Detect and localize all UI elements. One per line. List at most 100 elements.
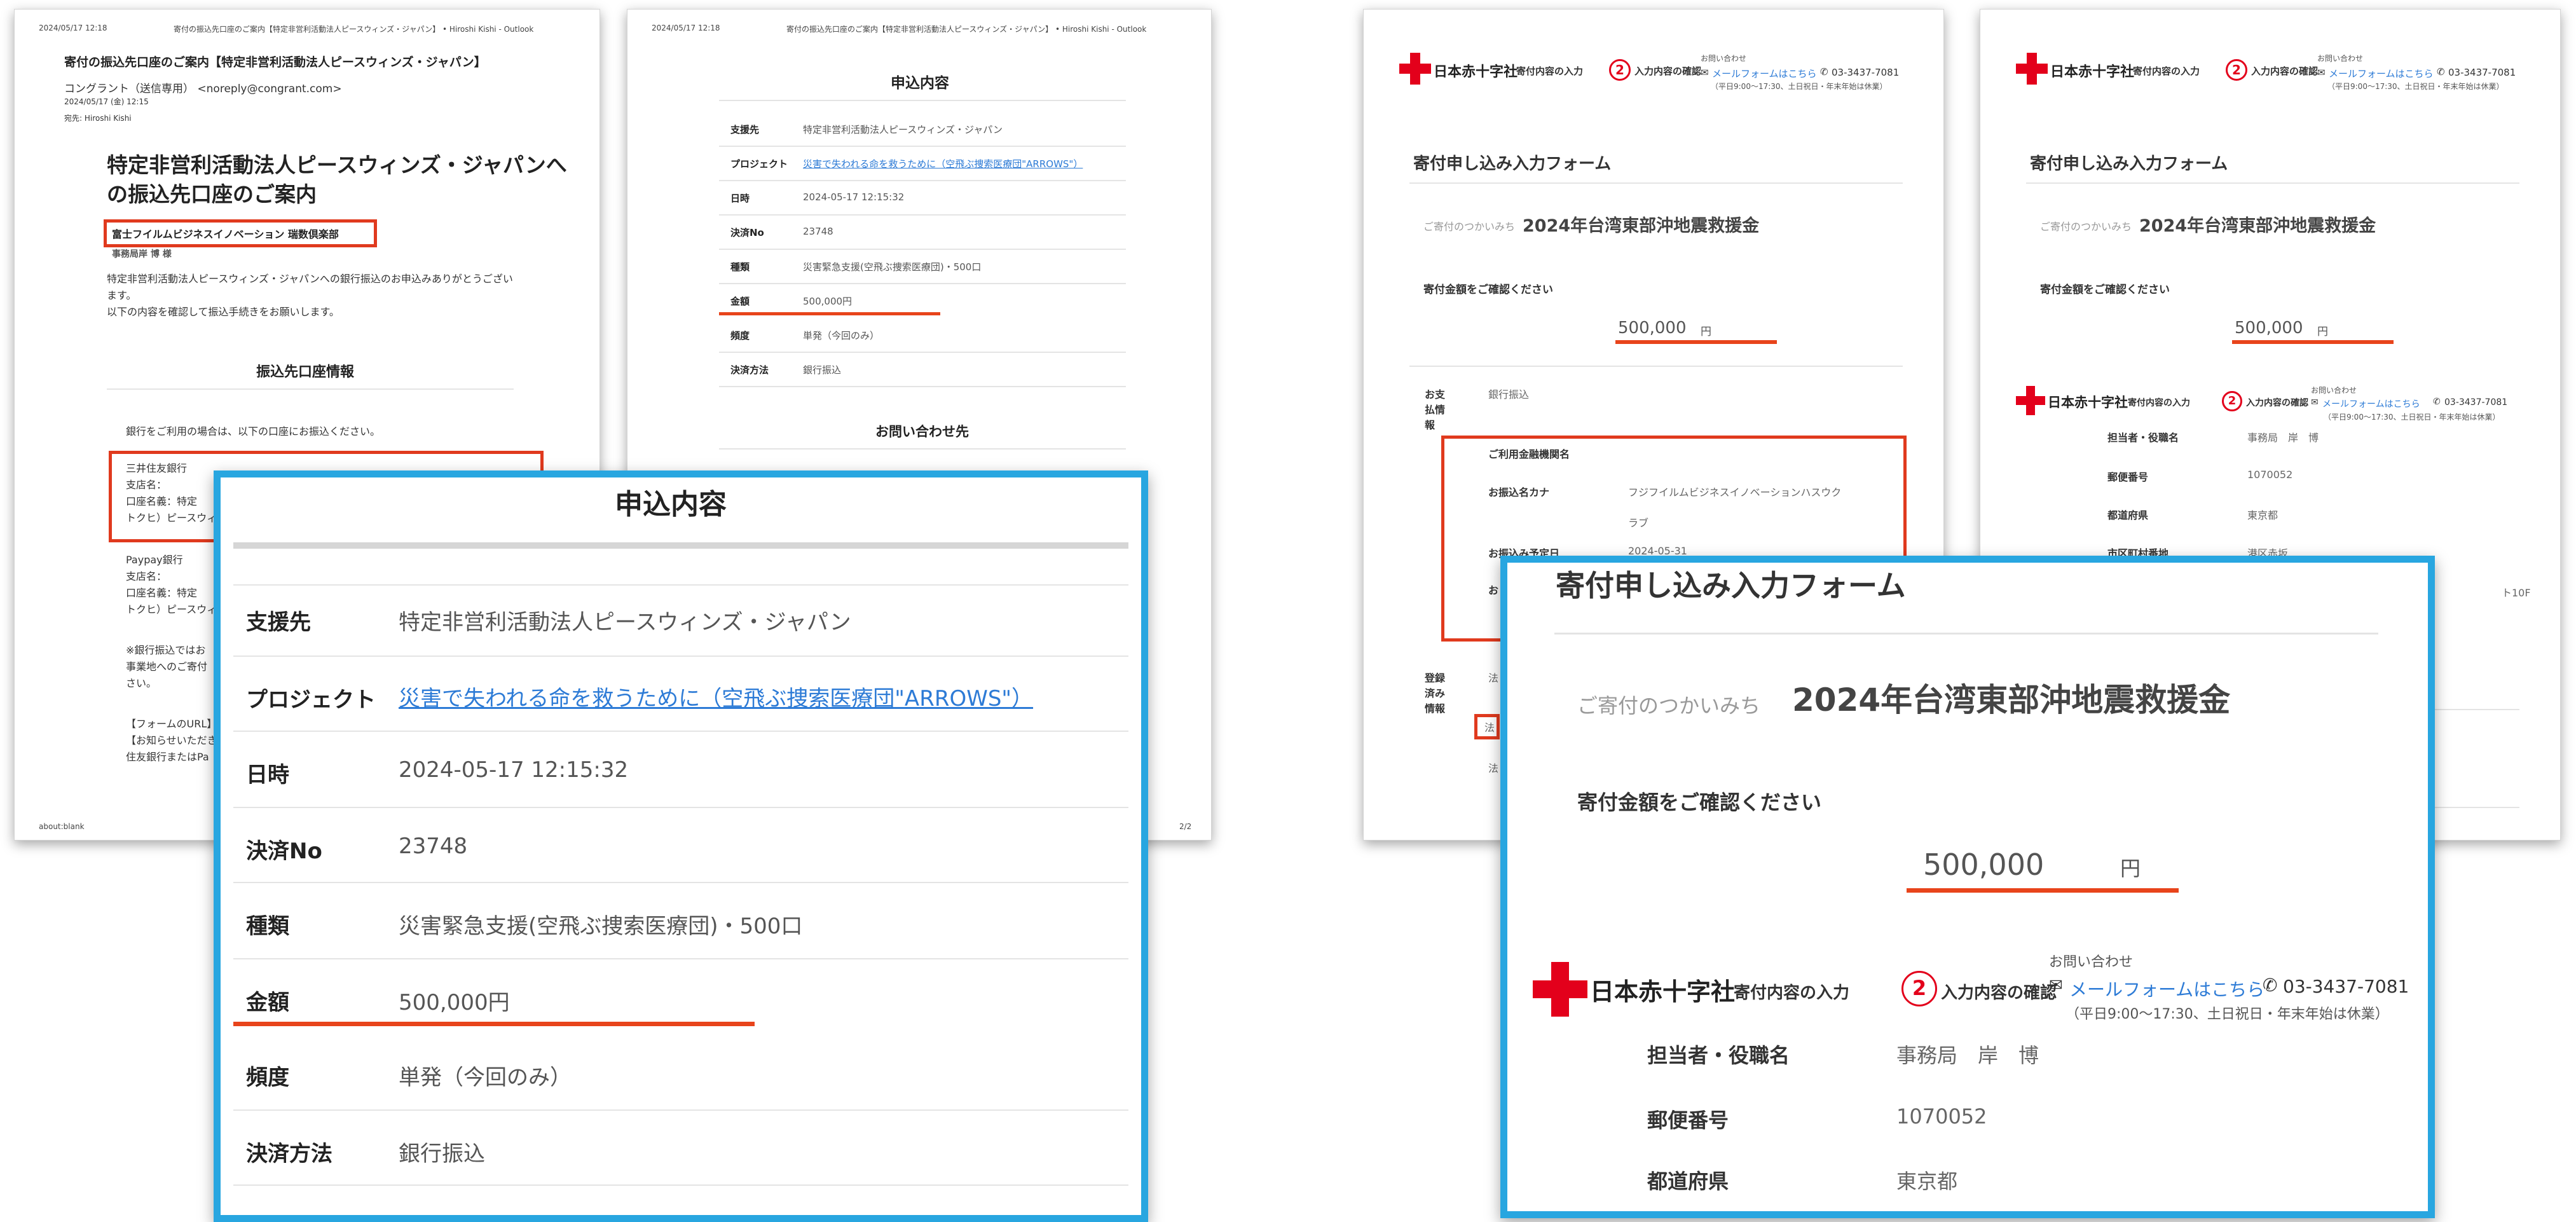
row-label: 頻度 [730,330,750,341]
row-divider [233,958,1128,959]
redcross-logo-text: 日本赤十字社 [2050,64,2135,80]
project-link[interactable]: 災害で失われる命を救うために（空飛ぶ捜索医療団"ARROWS"） [399,681,1033,712]
row-label: 担当者・役職名 [1647,1043,1790,1068]
row-divider [719,352,1126,353]
reg-label: 登録 [1425,672,1446,684]
email-heading-2: の振込先口座のご案内 [107,182,317,207]
amount-label: 寄付金額をご確認ください [2040,284,2170,296]
row-label: プロジェクト [246,687,376,713]
bank2-branch: 支店名： [126,570,167,582]
row-value: 特定非営利活動法人ピースウィンズ・ジャパン [399,610,851,635]
form-line-2: 【お知らせいただき [126,734,217,746]
yen-label: 円 [2317,326,2328,338]
row-label: 都道府県 [2107,509,2149,521]
step1-label: 寄付内容の入力 [2128,398,2190,408]
email-sent: 2024/05/17 (金) 12:15 [64,97,149,106]
pay-label: 払情 [1425,404,1446,416]
business-hours: （平日9:00〜17:30、土日祝日・年末年始は休業） [2066,1006,2389,1022]
note-line-2: 事業地へのご寄付 [126,661,208,673]
row-divider [233,807,1128,808]
row-label: プロジェクト [730,158,788,170]
row-divider [719,386,1126,387]
recipient-company: 富士フイルムビジネスイノベーション 瑞数倶楽部 [112,228,339,240]
row-value: 500,000円 [803,296,853,307]
phone-number: 03-3437-7081 [2444,397,2508,408]
step2-label: 入力内容の確認 [1634,65,1702,77]
row-value: 特定非営利活動法人ピースウィンズ・ジャパン [803,124,1003,135]
business-hours: （平日9:00〜17:30、土日祝日・年末年始は休業） [2324,413,2500,422]
redcross-logo-icon [2016,53,2048,85]
mail-form-link[interactable]: メールフォームはこちら [1712,67,1817,80]
row-divider [233,1184,1128,1186]
row-value: 銀行振込 [399,1141,485,1167]
redcross-logo-text: 日本赤十字社 [1590,978,1736,1006]
step2-badge: 2 [1901,971,1937,1006]
section-divider [107,388,514,390]
step1-label: 寄付内容の入力 [1734,984,1850,1003]
row-value: 23748 [803,226,833,237]
bank2-name: Paypay銀行 [126,554,183,566]
kana-value: フジフイルムビジネスイノベーションハスウク [1628,486,1842,498]
row-label: 種類 [246,914,289,939]
purpose-value: 2024年台湾東部沖地震救援金 [2139,216,2376,236]
bank1-branch: 支店名： [126,479,167,491]
reg-value: 法 [1488,672,1499,684]
amount-underline [2232,340,2394,344]
pay-value: 銀行振込 [1488,388,1530,401]
purpose-label: ご寄付のつかいみち [2040,221,2132,233]
body-line-1: 特定非営利活動法人ピースウィンズ・ジャパンへの銀行振込のお申込みありがとうござい [107,273,513,285]
contact-label: お問い合わせ [2049,954,2134,970]
body-line-2: ます。 [107,289,137,301]
contact-divider [719,448,1126,450]
row-label: 金額 [730,296,750,307]
form-title: 寄付申し込み入力フォーム [1413,154,1612,174]
row-divider [719,180,1126,181]
bank1-kana: トクヒ）ピースウィン [126,512,228,524]
contact-label: お問い合わせ [1701,54,1747,63]
print-footer: about:blank [39,822,85,831]
row-value: 事務局 岸 博 [2247,432,2319,444]
amount-underline [1615,340,1777,344]
form-title-rule [2026,182,2519,184]
print-date: 2024/05/17 12:18 [39,24,107,32]
print-header-title: 寄付の振込先口座のご案内【特定非営利活動法人ピースウィンズ・ジャパン】 • Hi… [174,25,534,34]
header-overlay: 日本赤十字社 寄付内容の入力 2 入力内容の確認 お問い合わせ ✉ メールフォー… [1507,947,2414,1036]
phone-number: 03-3437-7081 [1832,67,1900,78]
step1-label: 寄付内容の入力 [1516,65,1584,77]
contact-label: お問い合わせ [2317,54,2364,63]
row-label: 決済No [246,839,322,864]
row-value: 1070052 [2247,469,2293,481]
row-label: 郵便番号 [2107,471,2149,483]
reg-value: 法 [1488,762,1499,774]
email-to: 宛先: Hiroshi Kishi [64,114,132,123]
amount-label: 寄付金額をご確認ください [1577,790,1822,814]
email-subject: 寄付の振込先口座のご案内【特定非営利活動法人ピースウィンズ・ジャパン】 [64,55,486,69]
purpose-value: 2024年台湾東部沖地震救援金 [1523,216,1760,236]
form-title: 寄付申し込み入力フォーム [1556,568,1906,603]
row-label: 日時 [730,193,750,204]
phone-icon: ✆ [2437,66,2445,78]
row-label: 決済No [730,227,764,238]
redcross-logo-icon [2016,386,2045,415]
row-divider [233,656,1128,657]
row-label: 決済方法 [730,364,769,376]
row-value: 銀行振込 [803,364,842,376]
email-from[interactable]: コングラント（送信専用） <noreply@congrant.com> [64,79,342,95]
business-hours: （平日9:00〜17:30、土日祝日・年末年始は休業） [1711,82,1887,91]
row-value: 23748 [399,834,468,859]
row-divider [233,882,1128,883]
amount-value: 500,000 [2235,319,2303,338]
row-value: 2024-05-17 12:15:32 [399,757,629,783]
row-label: 支援先 [246,610,311,635]
step2-badge: 2 [1609,59,1631,81]
amount-rule [1409,366,1903,367]
mail-form-link[interactable]: メールフォームはこちら [2322,397,2420,410]
bank2-account: 口座名義：特定 [126,587,198,599]
step2-badge: 2 [2222,391,2242,411]
mail-form-link[interactable]: メールフォームはこちら [2069,976,2264,1001]
print-date: 2024/05/17 12:18 [652,24,720,32]
mail-form-link[interactable]: メールフォームはこちら [2329,67,2434,80]
row-label: 都道府県 [1647,1169,1729,1193]
bank1-account: 口座名義：特定 [126,495,198,507]
project-link[interactable]: 災害で失われる命を救うために（空飛ぶ捜索医療団"ARROWS"） [803,157,1083,170]
